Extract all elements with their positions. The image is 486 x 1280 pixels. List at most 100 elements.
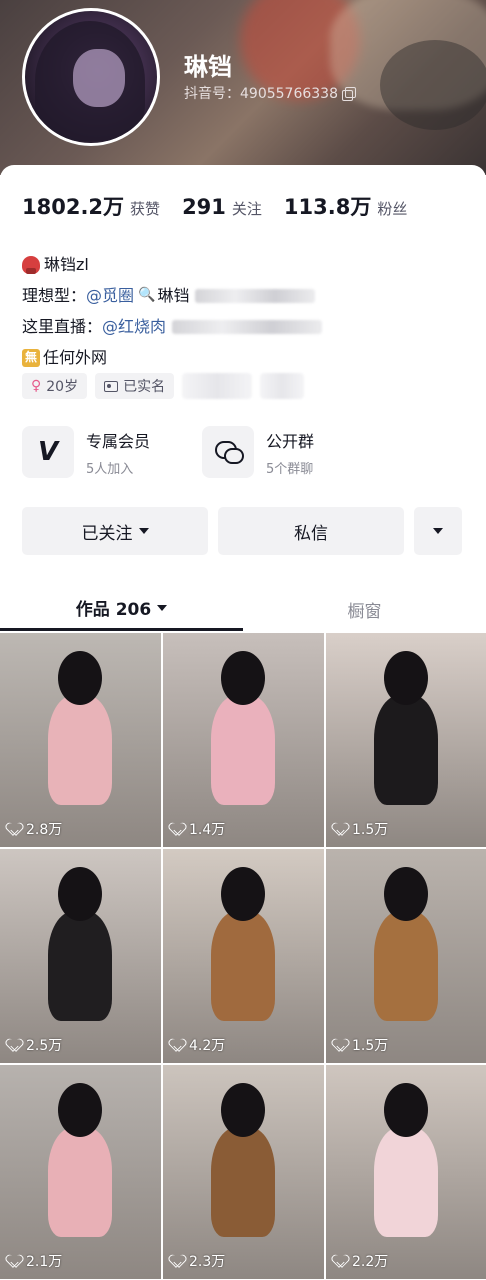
avatar[interactable] bbox=[22, 8, 160, 146]
stat-number: 1802.2万 bbox=[22, 195, 125, 219]
profile-banner: 琳铛 抖音号：49055766338 bbox=[0, 0, 486, 175]
heart-icon bbox=[334, 1039, 348, 1052]
video-thumbnail[interactable]: 2.3万 bbox=[163, 1065, 324, 1279]
bio-line: 無 任何外网 bbox=[22, 342, 322, 373]
like-count: 1.5万 bbox=[334, 1035, 388, 1055]
video-subject bbox=[48, 1127, 112, 1237]
heart-icon bbox=[8, 1039, 22, 1052]
heart-icon bbox=[171, 823, 185, 836]
bio: 琳铛zl 理想型： @觅圈 🔍 琳铛 这里直播： @红烧肉 無 任何外网 bbox=[22, 249, 323, 373]
video-subject bbox=[374, 1127, 438, 1237]
like-count-label: 2.1万 bbox=[26, 1254, 63, 1270]
v-icon: V bbox=[37, 437, 59, 467]
like-count-label: 2.2万 bbox=[352, 1254, 389, 1270]
avatar-art bbox=[73, 49, 125, 107]
search-icon: 🔍 bbox=[138, 287, 156, 303]
like-count: 2.2万 bbox=[334, 1251, 388, 1271]
video-subject bbox=[48, 695, 112, 805]
heart-icon bbox=[334, 1255, 348, 1268]
video-thumbnail[interactable]: 1.5万 bbox=[326, 849, 486, 1063]
stat-followers[interactable]: 113.8万 粉丝 bbox=[284, 191, 407, 221]
feature-icon-box bbox=[202, 426, 254, 478]
feature-title: 公开群 bbox=[266, 431, 315, 451]
mention-link[interactable]: @红烧肉 bbox=[102, 311, 166, 342]
video-subject-head bbox=[384, 651, 428, 705]
followed-label: 已关注 bbox=[81, 523, 133, 544]
message-button[interactable]: 私信 bbox=[218, 507, 404, 555]
video-thumbnail[interactable]: 1.5万 bbox=[326, 633, 486, 847]
video-thumbnail[interactable]: 2.2万 bbox=[326, 1065, 486, 1279]
id-card-icon bbox=[104, 380, 119, 392]
chat-icon bbox=[215, 441, 244, 464]
content-tabs: 作品 206 橱窗 bbox=[0, 587, 486, 631]
like-count-label: 2.5万 bbox=[26, 1038, 63, 1054]
action-buttons: 已关注 私信 bbox=[22, 507, 462, 555]
caret-down-icon bbox=[138, 528, 149, 534]
bio-text: 琳铛zl bbox=[44, 255, 89, 274]
stat-following[interactable]: 291 关注 bbox=[182, 195, 262, 219]
bio-text: 任何外网 bbox=[43, 348, 108, 367]
video-thumbnail[interactable]: 2.1万 bbox=[0, 1065, 161, 1279]
like-count-label: 2.3万 bbox=[189, 1254, 226, 1270]
feature-group[interactable]: 公开群 5个群聊 bbox=[202, 426, 314, 478]
bio-text: 琳铛 bbox=[157, 286, 190, 305]
bio-line: 琳铛zl bbox=[22, 249, 322, 280]
heart-icon bbox=[8, 823, 22, 836]
followed-button[interactable]: 已关注 bbox=[22, 507, 208, 555]
heart-icon bbox=[8, 1255, 22, 1268]
stat-number: 291 bbox=[182, 195, 226, 219]
copy-icon[interactable] bbox=[341, 86, 356, 101]
tab-works[interactable]: 作品 206 bbox=[0, 587, 243, 631]
douyin-id: 抖音号：49055766338 bbox=[184, 86, 338, 102]
like-count-label: 1.5万 bbox=[352, 822, 389, 838]
bio-text: 理想型： bbox=[22, 286, 87, 305]
video-subject-head bbox=[221, 1083, 265, 1137]
like-count-label: 2.8万 bbox=[26, 822, 63, 838]
video-subject bbox=[374, 695, 438, 805]
tab-showcase[interactable]: 橱窗 bbox=[243, 587, 486, 631]
caret-down-icon bbox=[157, 604, 168, 611]
profile-tags: ♀ 20岁 已实名 bbox=[22, 373, 305, 399]
tag-label: 20岁 bbox=[46, 379, 79, 395]
like-count-label: 1.5万 bbox=[352, 1038, 389, 1054]
heart-icon bbox=[171, 1039, 185, 1052]
tab-label: 橱窗 bbox=[347, 601, 382, 622]
like-count: 2.8万 bbox=[8, 819, 62, 839]
like-count: 2.3万 bbox=[171, 1251, 225, 1271]
blurred-text bbox=[195, 288, 316, 303]
video-subject-head bbox=[384, 867, 428, 921]
feature-title: 专属会员 bbox=[86, 431, 151, 451]
heart-icon bbox=[171, 1255, 185, 1268]
video-subject-head bbox=[384, 1083, 428, 1137]
stat-label: 关注 bbox=[231, 200, 262, 218]
video-thumbnail[interactable]: 1.4万 bbox=[163, 633, 324, 847]
douyin-id-row[interactable]: 抖音号：49055766338 bbox=[184, 83, 356, 103]
blurred-text bbox=[172, 319, 323, 334]
video-thumbnail[interactable]: 2.8万 bbox=[0, 633, 161, 847]
video-thumbnail[interactable]: 2.5万 bbox=[0, 849, 161, 1063]
caret-down-icon bbox=[433, 528, 443, 534]
female-icon: ♀ bbox=[31, 378, 42, 394]
bio-line: 这里直播： @红烧肉 bbox=[22, 311, 323, 342]
video-subject-head bbox=[221, 867, 265, 921]
like-count: 2.1万 bbox=[8, 1251, 62, 1271]
tab-label: 作品 206 bbox=[75, 600, 152, 620]
bio-line: 理想型： @觅圈 🔍 琳铛 bbox=[22, 280, 322, 311]
mention-link[interactable]: @觅圈 bbox=[86, 280, 134, 311]
feature-subtitle: 5个群聊 bbox=[266, 461, 314, 477]
like-count: 4.2万 bbox=[171, 1035, 225, 1055]
tag-blurred bbox=[182, 373, 253, 399]
feature-subtitle: 5人加入 bbox=[86, 461, 134, 477]
feature-icon-box: V bbox=[22, 426, 74, 478]
video-thumbnail[interactable]: 4.2万 bbox=[163, 849, 324, 1063]
bio-text: 这里直播： bbox=[22, 317, 103, 336]
video-subject-head bbox=[58, 867, 102, 921]
video-subject bbox=[211, 911, 275, 1021]
tag-age: ♀ 20岁 bbox=[22, 373, 88, 399]
profile-name: 琳铛 bbox=[184, 53, 232, 81]
like-count: 2.5万 bbox=[8, 1035, 62, 1055]
more-options-button[interactable] bbox=[414, 507, 462, 555]
video-subject-head bbox=[221, 651, 265, 705]
feature-membership[interactable]: V 专属会员 5人加入 bbox=[22, 426, 150, 478]
stat-number: 113.8万 bbox=[283, 195, 372, 219]
